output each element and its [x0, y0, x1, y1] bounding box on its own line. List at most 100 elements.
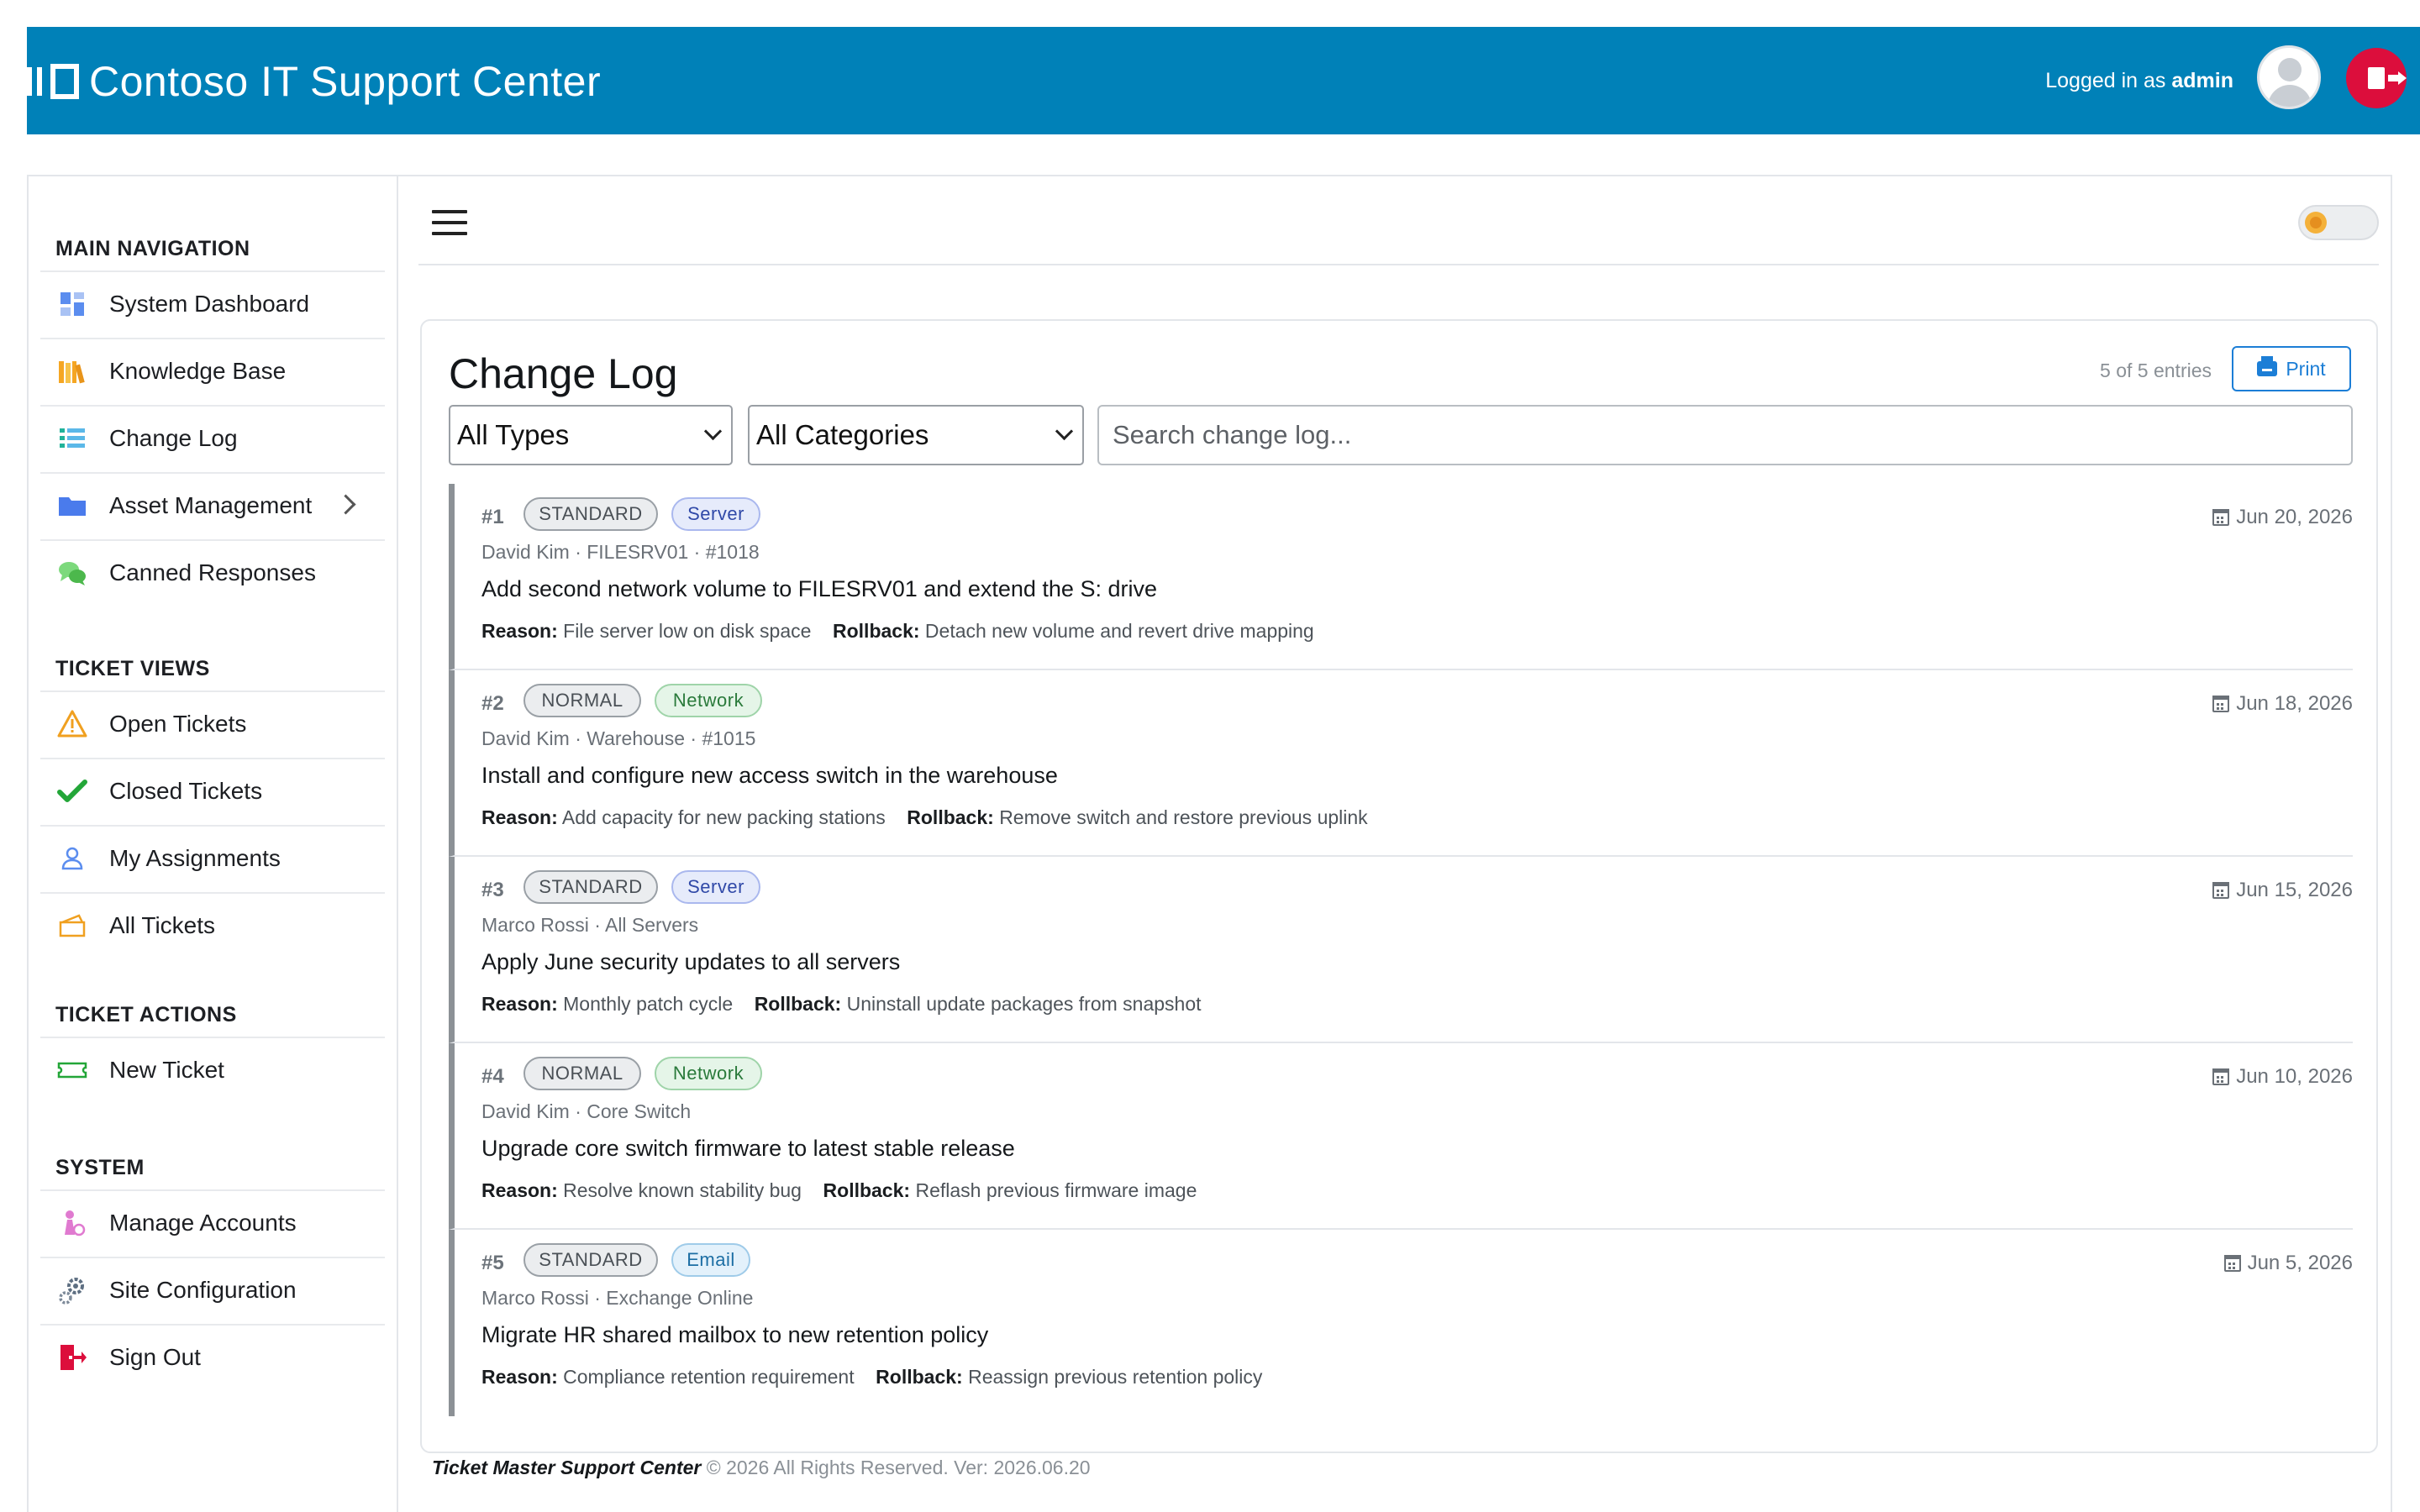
type-badge: NORMAL — [523, 1057, 641, 1090]
print-button[interactable]: Print — [2232, 346, 2351, 391]
entry-reason: File server low on disk space — [563, 620, 812, 642]
entry-meta: David Kim · FILESRV01 · #1018 — [481, 541, 760, 563]
nav-heading: SYSTEM — [55, 1156, 145, 1179]
category-badge: Server — [671, 497, 760, 531]
entry-title: Upgrade core switch firmware to latest s… — [481, 1136, 1015, 1161]
logo-icon — [27, 62, 82, 101]
type-badge: STANDARD — [523, 497, 658, 531]
avatar[interactable] — [2257, 45, 2321, 109]
sidebar-item-label: My Assignments — [109, 845, 281, 871]
main-area: Change Log 5 of 5 entries Print All Type… — [398, 176, 2391, 1512]
change-log-entry[interactable]: #3 STANDARD Server Jun 15, 2026 Marco Rossi … — [449, 857, 2353, 1043]
nav-heading: MAIN NAVIGATION — [55, 237, 250, 260]
sidebar-item-my-assignments[interactable]: My Assignments — [40, 825, 385, 890]
entry-reason: Monthly patch cycle — [563, 993, 734, 1015]
entry-date: Jun 5, 2026 — [2223, 1252, 2353, 1275]
entry-number: #4 — [481, 1065, 504, 1088]
footer: Ticket Master Support Center © 2026 All … — [432, 1457, 1091, 1479]
type-badge: STANDARD — [523, 1243, 658, 1277]
category-badge: Network — [655, 1057, 762, 1090]
type-badge: NORMAL — [523, 684, 641, 717]
reason-label: Reason: — [481, 1179, 558, 1201]
hamburger-menu-icon[interactable] — [432, 210, 467, 235]
sidebar-item-site-configuration[interactable]: Site Configuration — [40, 1257, 385, 1322]
chevron-down-icon — [703, 422, 723, 441]
divider — [418, 264, 2379, 265]
printer-icon — [2257, 356, 2278, 376]
content-frame: MAIN NAVIGATION System Dashboard Knowledge… — [27, 175, 2392, 1512]
reason-label: Reason: — [481, 1366, 558, 1388]
category-badge: Email — [671, 1243, 750, 1277]
theme-toggle[interactable] — [2298, 205, 2379, 240]
search-input[interactable] — [1097, 405, 2353, 465]
category-badge: Server — [671, 870, 760, 904]
page-title: Change Log — [449, 350, 678, 397]
sidebar-item-label: Sign Out — [109, 1344, 201, 1370]
entry-details: Reason: Resolve known stability bug Roll… — [481, 1179, 1197, 1202]
books-icon — [57, 356, 87, 386]
entry-date: Jun 18, 2026 — [2212, 692, 2353, 716]
login-status: Logged in as admin — [2045, 69, 2233, 92]
ticket-icon — [57, 1055, 87, 1085]
sidebar-item-label: All Tickets — [109, 912, 216, 938]
sidebar-item-closed-tickets[interactable]: Closed Tickets — [40, 758, 385, 823]
entry-date: Jun 15, 2026 — [2212, 879, 2353, 902]
sidebar-item-label: Canned Responses — [109, 559, 316, 585]
sidebar-item-knowledge-base[interactable]: Knowledge Base — [40, 338, 385, 403]
entry-count: 5 of 5 entries — [2100, 360, 2212, 381]
sidebar-item-new-ticket[interactable]: New Ticket — [40, 1037, 385, 1102]
logout-icon — [2368, 67, 2407, 89]
entry-title: Apply June security updates to all serve… — [481, 949, 901, 974]
change-log-entry[interactable]: #1 STANDARD Server Jun 20, 2026 David Kim · … — [449, 484, 2353, 670]
sidebar-item-label: System Dashboard — [109, 291, 310, 317]
entry-meta: David Kim · Warehouse · #1015 — [481, 727, 756, 749]
footer-copyright: © 2026 All Rights Reserved. Ver: 2026.06… — [706, 1457, 1091, 1478]
entry-title: Add second network volume to FILESRV01 a… — [481, 576, 1157, 601]
calendar-icon — [2223, 1255, 2241, 1272]
brand[interactable]: Contoso IT Support Center — [27, 57, 601, 106]
entry-meta: Marco Rossi · Exchange Online — [481, 1287, 754, 1309]
entry-details: Reason: Monthly patch cycle Rollback: Un… — [481, 993, 1202, 1016]
type-filter-select[interactable]: All Types — [449, 405, 733, 465]
sidebar-item-all-tickets[interactable]: All Tickets — [40, 892, 385, 958]
sidebar-item-label: Change Log — [109, 425, 238, 451]
tickets-icon — [57, 911, 87, 941]
entry-reason: Compliance retention requirement — [563, 1366, 855, 1388]
sidebar-item-canned-responses[interactable]: Canned Responses — [40, 539, 385, 605]
entry-details: Reason: Add capacity for new packing sta… — [481, 806, 1368, 829]
change-log-entry[interactable]: #2 NORMAL Network Jun 18, 2026 David Kim · W… — [449, 670, 2353, 857]
entry-number: #2 — [481, 692, 504, 715]
chevron-down-icon — [1055, 422, 1074, 441]
entry-details: Reason: Compliance retention requirement… — [481, 1366, 1262, 1389]
sidebar-item-label: Site Configuration — [109, 1277, 297, 1303]
folder-icon — [57, 491, 87, 521]
logout-button[interactable] — [2346, 48, 2407, 108]
category-filter-select[interactable]: All Categories — [748, 405, 1084, 465]
sidebar-item-change-log[interactable]: Change Log — [40, 405, 385, 470]
sidebar-item-system-dashboard[interactable]: System Dashboard — [40, 270, 385, 336]
sidebar-item-asset-management[interactable]: Asset Management — [40, 472, 385, 538]
accounts-icon — [57, 1208, 87, 1238]
category-badge: Network — [655, 684, 762, 717]
nav-heading: TICKET ACTIONS — [55, 1003, 237, 1026]
entry-reason: Add capacity for new packing stations — [561, 806, 886, 828]
list-icon — [57, 423, 87, 454]
sidebar-item-label: Knowledge Base — [109, 358, 287, 384]
chat-bubbles-icon — [57, 558, 87, 588]
entry-rollback: Detach new volume and revert drive mappi… — [924, 620, 1314, 642]
change-log-list: #1 STANDARD Server Jun 20, 2026 David Kim · … — [449, 484, 2353, 1416]
calendar-icon — [2212, 696, 2230, 712]
entry-rollback: Reassign previous retention policy — [968, 1366, 1263, 1388]
entry-rollback: Remove switch and restore previous uplin… — [999, 806, 1368, 828]
user-icon — [57, 843, 87, 874]
entry-number: #5 — [481, 1252, 504, 1274]
sidebar-item-sign-out[interactable]: Sign Out — [40, 1324, 385, 1389]
chevron-right-icon[interactable] — [335, 494, 356, 515]
sidebar-item-open-tickets[interactable]: Open Tickets — [40, 690, 385, 756]
change-log-entry[interactable]: #5 STANDARD Email Jun 5, 2026 Marco Rossi · … — [449, 1230, 2353, 1416]
sidebar-item-manage-accounts[interactable]: Manage Accounts — [40, 1189, 385, 1255]
type-badge: STANDARD — [523, 870, 658, 904]
username: admin — [2171, 69, 2233, 92]
change-log-entry[interactable]: #4 NORMAL Network Jun 10, 2026 David Kim · C… — [449, 1043, 2353, 1230]
entry-title: Migrate HR shared mailbox to new retenti… — [481, 1322, 989, 1347]
